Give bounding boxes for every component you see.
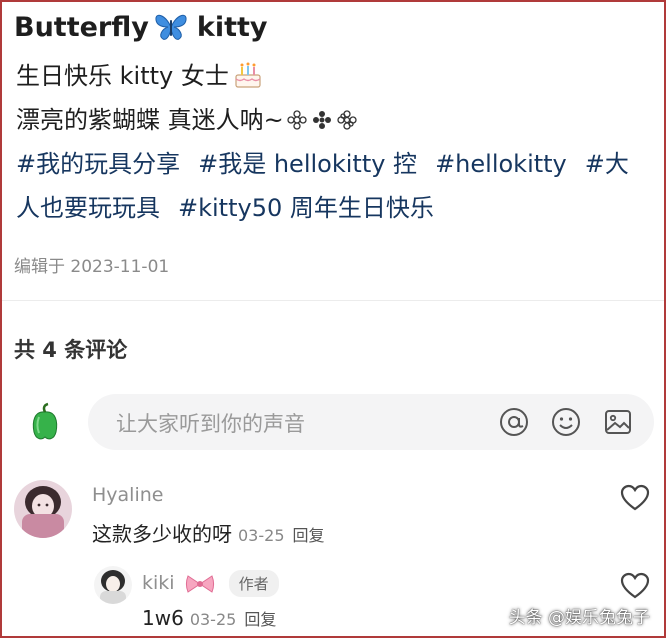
- avatar[interactable]: [94, 566, 132, 604]
- edited-date: 编辑于 2023-11-01: [14, 257, 170, 277]
- comment-date: 03-25: [189, 610, 237, 629]
- screenshot-frame: Butterfly kitty 生日快乐 kitty 女士 漂亮的紫蝴蝶 真迷人…: [0, 0, 666, 638]
- green-pepper-avatar-icon: [32, 402, 58, 440]
- comment-composer: 让大家听到你的声音: [24, 394, 654, 450]
- comment-text: 这款多少收的呀: [92, 522, 232, 546]
- post-line-2: 漂亮的紫蝴蝶 真迷人呐~: [16, 98, 656, 142]
- watermark: 头条 @娱乐兔兔子: [508, 608, 650, 628]
- comment-input[interactable]: 让大家听到你的声音: [88, 394, 654, 450]
- emoji-icon[interactable]: [550, 406, 582, 438]
- image-icon[interactable]: [602, 406, 634, 438]
- commenter-name-row: kiki 作者: [142, 570, 279, 597]
- butterfly-icon: [155, 14, 187, 40]
- comment-body: 这款多少收的呀 03-25 回复: [92, 518, 325, 547]
- hashtag-link[interactable]: 人也要玩玩具: [16, 186, 160, 230]
- heart-icon[interactable]: [620, 484, 650, 512]
- divider: [2, 300, 664, 301]
- avatar-image: [94, 566, 132, 604]
- reply-button[interactable]: 回复: [244, 610, 276, 629]
- hashtag-list: #我的玩具分享 #我是 hellokitty 控 #hellokitty #大 …: [16, 142, 656, 230]
- hashtag-link[interactable]: #大: [585, 142, 629, 186]
- comment-body: 1w6 03-25 回复: [142, 606, 276, 630]
- author-badge: 作者: [228, 570, 279, 597]
- hashtag-line-1: #我的玩具分享 #我是 hellokitty 控 #hellokitty #大: [16, 142, 656, 186]
- avatar-image: [14, 480, 72, 538]
- hashtag-link[interactable]: #kitty50 周年生日快乐: [178, 186, 434, 230]
- comment-date: 03-25: [238, 526, 285, 545]
- at-icon[interactable]: [498, 406, 530, 438]
- title-part-2: kitty: [196, 11, 268, 43]
- post-line-2-text: 漂亮的紫蝴蝶 真迷人呐~: [16, 106, 284, 134]
- avatar[interactable]: [14, 480, 72, 538]
- post-line-1: 生日快乐 kitty 女士: [16, 54, 656, 98]
- commenter-name[interactable]: Hyaline: [92, 484, 163, 506]
- post-line-1-text: 生日快乐 kitty 女士: [16, 62, 229, 90]
- hashtag-link[interactable]: #hellokitty: [435, 142, 567, 186]
- flower-icons: [287, 110, 357, 130]
- comment-item: Hyaline 这款多少收的呀 03-25 回复: [14, 480, 660, 560]
- comment-text: 1w6: [142, 606, 184, 630]
- reply-button[interactable]: 回复: [293, 526, 325, 545]
- title-part-1: Butterfly: [14, 11, 149, 43]
- hashtag-line-2: 人也要玩玩具 #kitty50 周年生日快乐: [16, 186, 656, 230]
- post-title: Butterfly kitty: [14, 8, 267, 46]
- heart-icon[interactable]: [620, 572, 650, 600]
- comment-count: 共 4 条评论: [14, 338, 128, 362]
- hashtag-link[interactable]: #我是 hellokitty 控: [198, 142, 417, 186]
- comment-input-placeholder: 让大家听到你的声音: [116, 412, 305, 436]
- pink-bow-icon: [185, 574, 214, 593]
- post-body: 生日快乐 kitty 女士 漂亮的紫蝴蝶 真迷人呐~ #我的玩具分享 #我是 h…: [16, 54, 656, 230]
- commenter-name[interactable]: kiki: [142, 572, 175, 594]
- hashtag-link[interactable]: #我的玩具分享: [16, 142, 180, 186]
- birthday-cake-icon: [235, 62, 261, 88]
